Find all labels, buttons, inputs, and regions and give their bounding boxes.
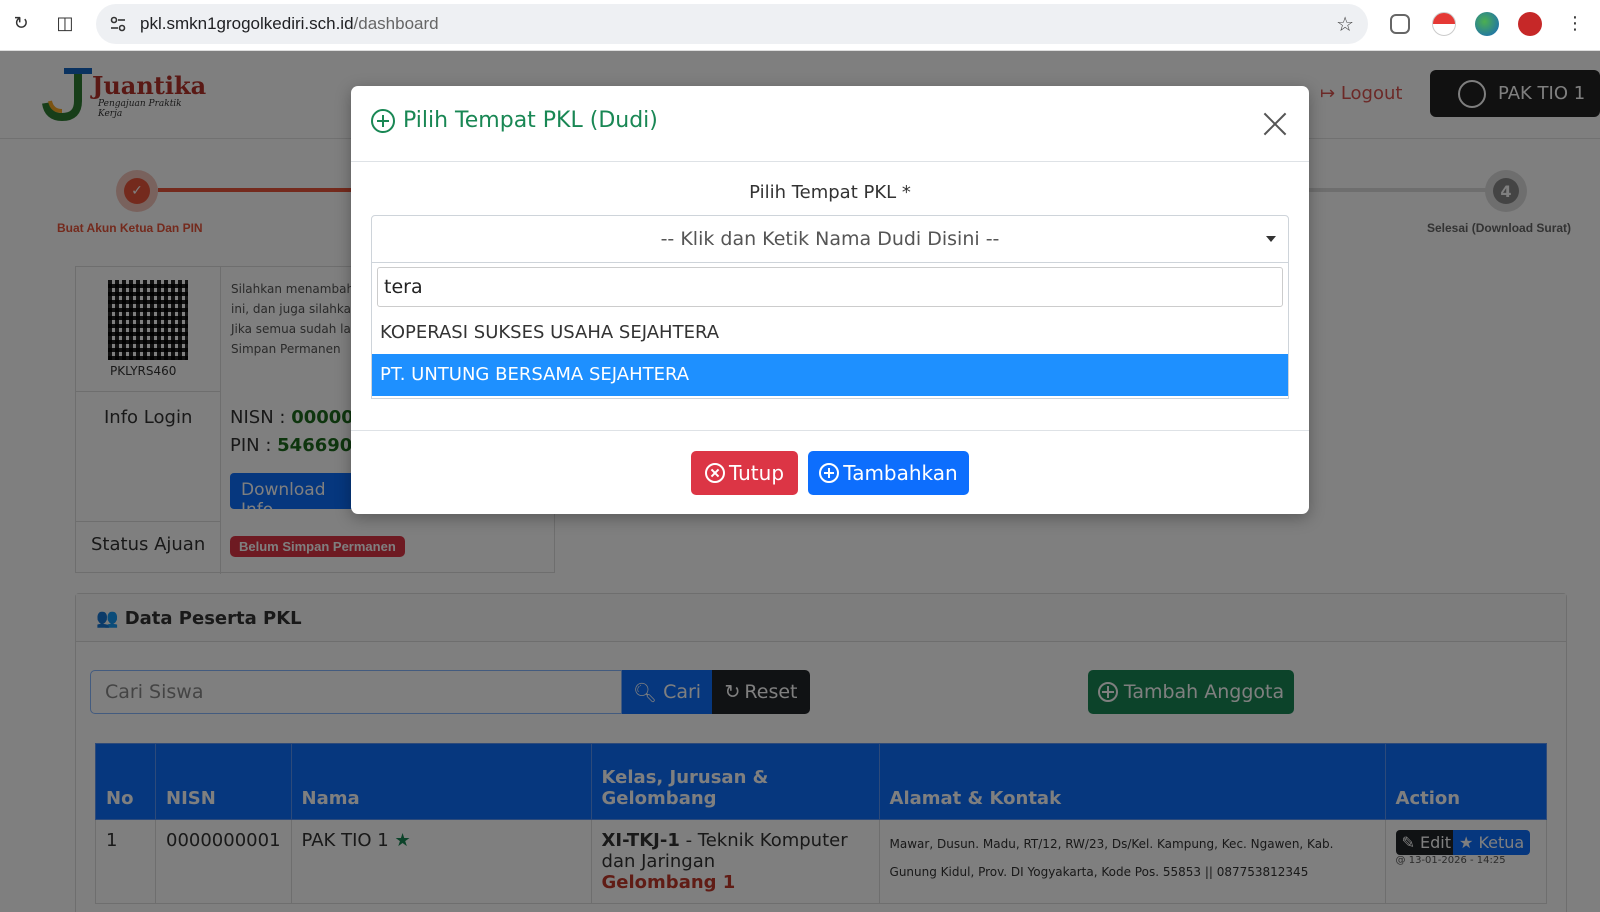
field-label: Pilih Tempat PKL * [749, 182, 911, 203]
modal-title: Pilih Tempat PKL (Dudi) [371, 108, 658, 133]
browser-toolbar: ↻ ◫ pkl.smkn1grogolkediri.sch.id/dashboa… [0, 0, 1600, 51]
reload-icon[interactable]: ↻ [8, 10, 34, 36]
profile-extension-icon[interactable] [1518, 12, 1542, 36]
link-extension-icon[interactable] [1390, 14, 1410, 34]
dropdown-search-input[interactable]: tera [377, 267, 1283, 307]
bookmark-star-icon[interactable]: ☆ [1336, 12, 1354, 36]
select-placeholder: -- Klik dan Ketik Nama Dudi Disini -- [660, 228, 1000, 250]
close-circle-icon [704, 463, 725, 483]
plus-circle-icon [371, 108, 395, 133]
dudi-select[interactable]: -- Klik dan Ketik Nama Dudi Disini -- [371, 215, 1289, 263]
pilih-tempat-modal: Pilih Tempat PKL (Dudi) Pilih Tempat PKL… [351, 86, 1309, 514]
menu-kebab-icon[interactable]: ⋮ [1562, 10, 1588, 36]
split-view-icon[interactable]: ◫ [52, 10, 78, 36]
close-icon[interactable] [1263, 112, 1287, 136]
site-settings-icon[interactable] [108, 14, 128, 34]
modal-header: Pilih Tempat PKL (Dudi) [351, 86, 1309, 162]
tambahkan-button[interactable]: Tambahkan [808, 451, 969, 495]
flag-extension-icon[interactable] [1432, 12, 1456, 36]
dropdown-option-highlighted[interactable]: PT. UNTUNG BERSAMA SEJAHTERA [372, 354, 1288, 396]
url-text[interactable]: pkl.smkn1grogolkediri.sch.id/dashboard [140, 14, 439, 34]
modal-footer: Tutup Tambahkan [351, 430, 1309, 514]
dropdown-option[interactable]: KOPERASI SUKSES USAHA SEJAHTERA [372, 312, 1288, 354]
select-dropdown: tera KOPERASI SUKSES USAHA SEJAHTERA PT.… [371, 263, 1289, 399]
tutup-button[interactable]: Tutup [691, 451, 798, 495]
plus-circle-icon [819, 463, 840, 483]
caret-down-icon [1266, 236, 1276, 242]
address-bar[interactable]: pkl.smkn1grogolkediri.sch.id/dashboard ☆ [96, 4, 1368, 44]
globe-extension-icon[interactable] [1475, 12, 1499, 36]
